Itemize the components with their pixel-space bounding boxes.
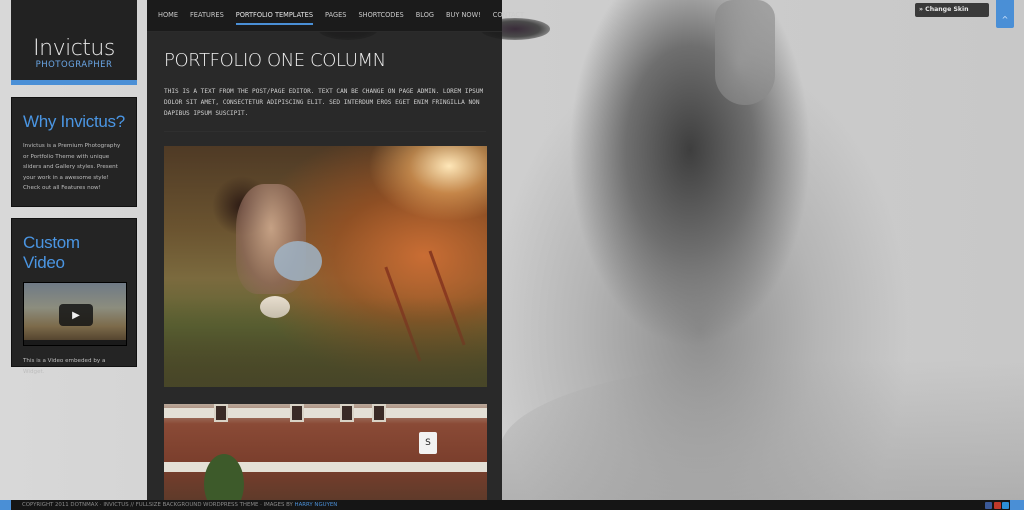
footer-credit-link[interactable]: HARRY NGUYEN — [295, 502, 338, 508]
main-content: HOME FEATURES PORTFOLIO TEMPLATES PAGES … — [147, 0, 524, 504]
nav-item-home[interactable]: HOME — [158, 7, 178, 25]
nav-item-features[interactable]: FEATURES — [190, 7, 224, 25]
play-icon[interactable]: ▶ — [59, 304, 93, 326]
main-nav: HOME FEATURES PORTFOLIO TEMPLATES PAGES … — [147, 0, 524, 32]
divider — [164, 131, 486, 132]
why-invictus-title: Why Invictus? — [23, 112, 125, 131]
portfolio-image-1[interactable] — [164, 146, 487, 387]
footer-copyright-text: COPYRIGHT 2011 DOTNMAX · INVICTUS // FUL… — [22, 502, 293, 508]
nav-item-pages[interactable]: PAGES — [325, 7, 346, 25]
page-intro-text: THIS IS A TEXT FROM THE POST/PAGE EDITOR… — [164, 88, 484, 118]
nav-item-blog[interactable]: BLOG — [416, 7, 434, 25]
custom-video-widget: Custom Video ▶ This is a Video embeded b… — [11, 218, 137, 375]
portfolio-image-2[interactable]: S — [164, 404, 487, 504]
site-logo[interactable]: Invictus PHOTOGRAPHER — [11, 0, 137, 85]
video-caption: This is a Video embeded by a Widget. — [23, 358, 106, 375]
photo-detail-stripe-top — [164, 408, 487, 418]
custom-video-title: Custom Video — [23, 233, 80, 272]
nav-item-shortcodes[interactable]: SHORTCODES — [358, 7, 403, 25]
logo-title: Invictus — [33, 36, 115, 61]
twitter-icon[interactable] — [1002, 502, 1009, 509]
footer-accent-left — [0, 500, 11, 510]
nav-item-buy-now[interactable]: BUY NOW! — [446, 7, 481, 25]
photo-detail-window — [290, 404, 304, 422]
photo-detail-grass — [164, 297, 487, 387]
photo-detail-window — [372, 404, 386, 422]
facebook-icon[interactable] — [985, 502, 992, 509]
youtube-icon[interactable] — [994, 502, 1001, 509]
footer-copyright: COPYRIGHT 2011 DOTNMAX · INVICTUS // FUL… — [22, 499, 337, 510]
footer: COPYRIGHT 2011 DOTNMAX · INVICTUS // FUL… — [0, 500, 1024, 510]
nav-item-portfolio-templates[interactable]: PORTFOLIO TEMPLATES — [235, 7, 314, 25]
logo-subtitle: PHOTOGRAPHER — [35, 60, 113, 70]
photo-detail-dress — [274, 241, 322, 281]
nav-item-contact[interactable]: CONTACT — [493, 7, 524, 25]
why-invictus-text: Invictus is a Premium Photography or Por… — [23, 143, 121, 191]
photo-detail-window — [340, 404, 354, 422]
chevron-up-icon[interactable]: ^ — [996, 0, 1014, 28]
footer-accent-right — [1010, 500, 1024, 510]
video-controls-bar[interactable] — [24, 340, 126, 345]
change-skin-button[interactable]: » Change Skin — [915, 3, 989, 17]
page-title: PORTFOLIO ONE COLUMN — [164, 50, 386, 71]
photo-detail-window — [214, 404, 228, 422]
photo-detail-sign: S — [419, 432, 437, 454]
video-player[interactable]: ▶ — [23, 282, 127, 346]
why-invictus-widget: Why Invictus? Invictus is a Premium Phot… — [11, 97, 137, 207]
background-ear — [715, 0, 775, 105]
